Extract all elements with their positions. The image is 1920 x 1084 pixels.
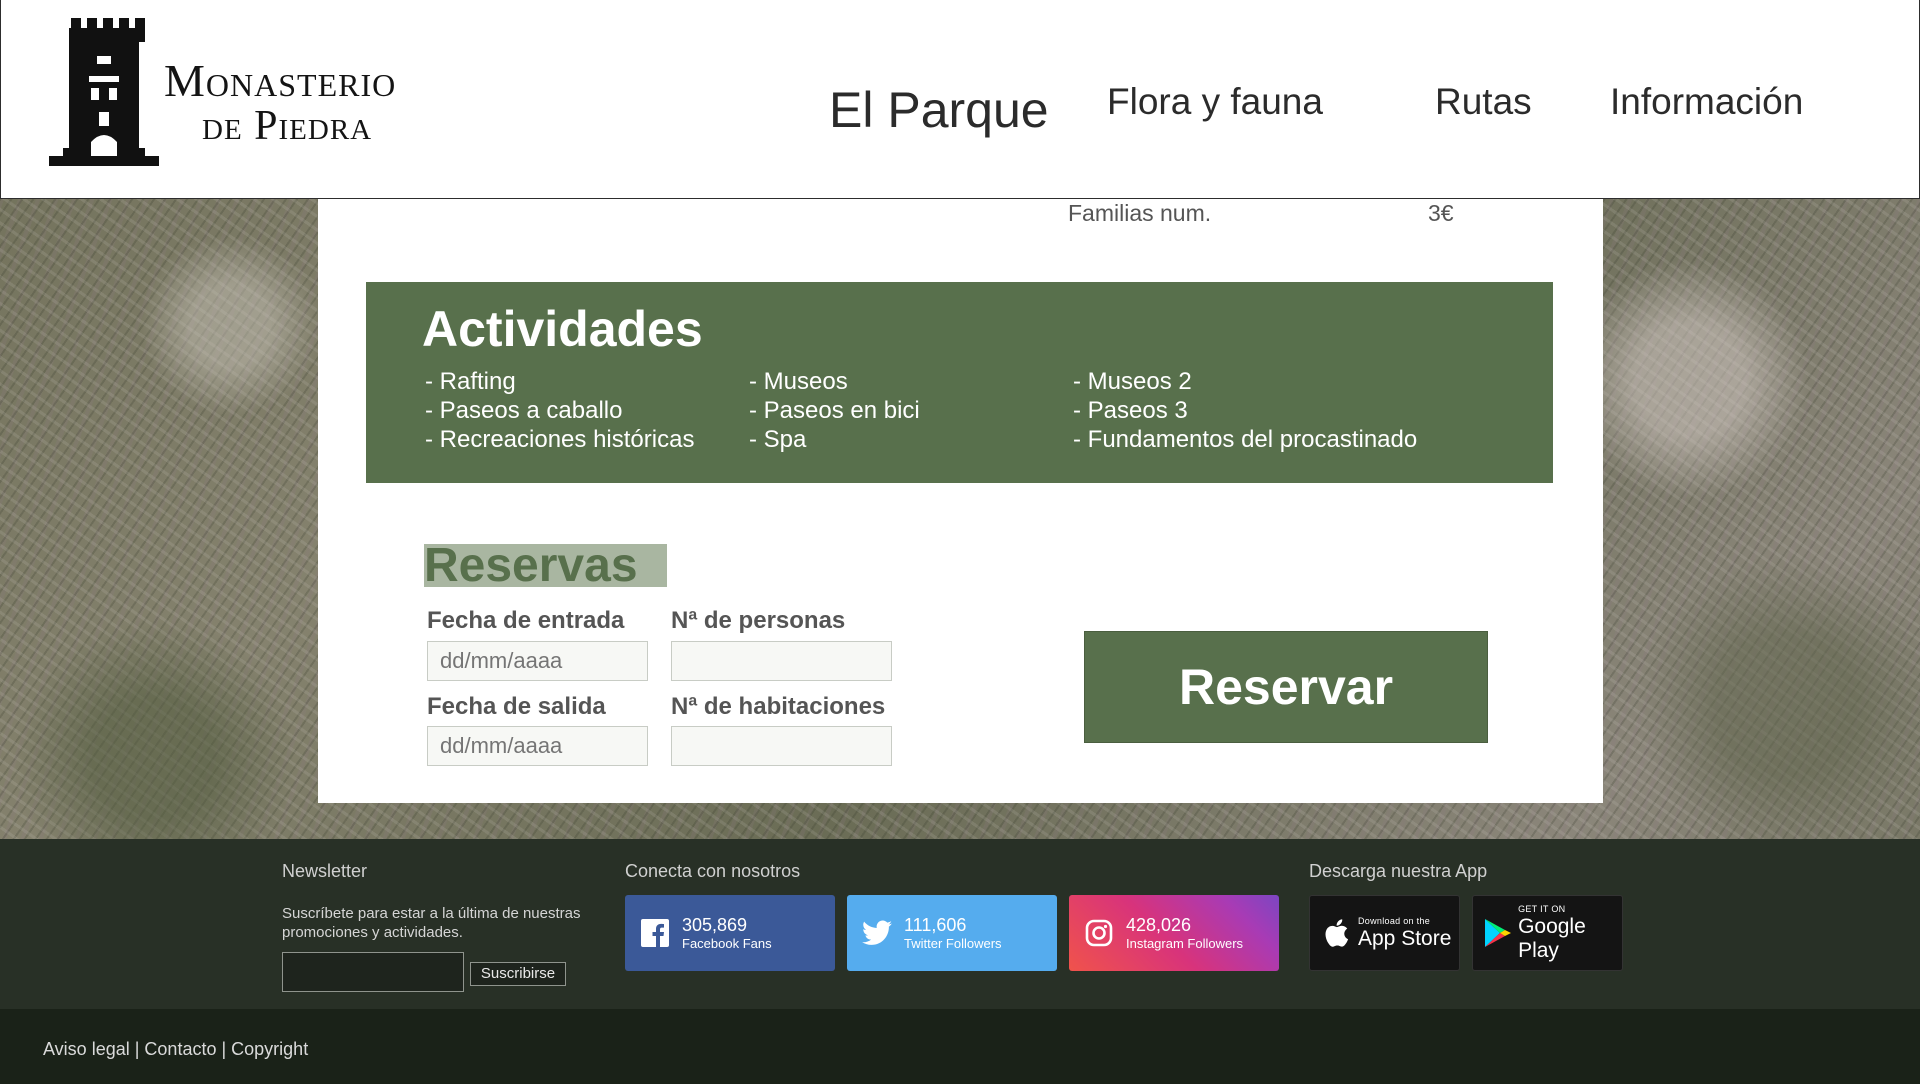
app-store-text: App Store (1358, 926, 1452, 950)
app-store-badge[interactable]: Download on the App Store (1309, 895, 1460, 971)
nav-informacion[interactable]: Información (1610, 2, 1803, 201)
newsletter-heading: Newsletter (282, 861, 368, 881)
price-row: Familias num. 3€ (318, 199, 1603, 229)
facebook-icon (640, 918, 670, 948)
newsletter-text: Suscríbete para estar a la última de nue… (282, 905, 581, 941)
logo-line-2: de Piedra (202, 103, 373, 149)
google-play-text: Google Play (1518, 914, 1586, 962)
twitter-label: Twitter Followers (904, 935, 1002, 951)
activity-item: - Spa (749, 426, 807, 453)
reservas-title: Reservas (424, 542, 667, 590)
activity-item: - Rafting (425, 368, 516, 395)
instagram-count: 428,026 (1126, 914, 1192, 935)
app-heading: Descarga nuestra App (1309, 861, 1488, 881)
app-store-small-text: Download on the (1358, 915, 1431, 926)
aviso-legal-link[interactable]: Aviso legal (43, 1039, 130, 1059)
contacto-link[interactable]: Contacto (144, 1039, 216, 1059)
copyright-link[interactable]: Copyright (231, 1039, 308, 1059)
facebook-button[interactable]: 305,869 Facebook Fans (625, 895, 835, 971)
habitaciones-input[interactable] (671, 726, 892, 766)
content-card: Familias num. 3€ Actividades - Rafting -… (318, 199, 1603, 803)
nav-flora-y-fauna[interactable]: Flora y fauna (1107, 2, 1323, 201)
link-separator: | (129, 1039, 145, 1059)
facebook-label: Facebook Fans (682, 935, 772, 951)
twitter-count: 111,606 (904, 914, 967, 935)
instagram-label: Instagram Followers (1126, 935, 1244, 951)
site-footer: Newsletter Suscríbete para estar a la úl… (0, 839, 1920, 1009)
site-logo[interactable]: Monasterio de Piedra (49, 18, 419, 170)
google-play-badge[interactable]: GET IT ON Google Play (1472, 895, 1623, 971)
activities-panel: Actividades - Rafting - Paseos a caballo… (366, 282, 1553, 483)
activity-item: - Paseos 3 (1073, 397, 1188, 424)
fecha-salida-label: Fecha de salida (427, 693, 606, 720)
legal-links: Aviso legal | Contacto | Copyright (43, 1039, 308, 1060)
logo-line-1: Monasterio (164, 55, 397, 106)
activity-item: - Paseos a caballo (425, 397, 623, 424)
subscribe-button[interactable]: Suscribirse (470, 962, 566, 986)
social-heading: Conecta con nosotros (625, 861, 801, 881)
google-play-icon (1483, 917, 1512, 949)
reservar-button[interactable]: Reservar (1084, 631, 1488, 743)
price-label: Familias num. (1068, 200, 1212, 226)
habitaciones-label: Nª de habitaciones (671, 693, 886, 720)
activity-item: - Fundamentos del procastinado (1073, 426, 1418, 453)
tower-logo-icon (49, 18, 159, 166)
activity-item: - Museos (749, 368, 848, 395)
twitter-icon (862, 918, 892, 948)
activity-item: - Recreaciones históricas (425, 426, 695, 453)
bottom-bar: Aviso legal | Contacto | Copyright (0, 1009, 1920, 1084)
nav-rutas[interactable]: Rutas (1435, 2, 1532, 201)
activities-column-1: - Rafting - Paseos a caballo - Recreacio… (425, 367, 694, 454)
fecha-salida-input[interactable] (427, 726, 648, 766)
site-header: Monasterio de Piedra El Parque Flora y f… (0, 0, 1920, 199)
instagram-button[interactable]: 428,026 Instagram Followers (1069, 895, 1279, 971)
apple-icon (1320, 917, 1352, 949)
logo-wordmark: Monasterio de Piedra (164, 55, 397, 149)
facebook-count: 305,869 (682, 914, 748, 935)
activities-column-2: - Museos - Paseos en bici - Spa (749, 367, 920, 454)
price-value: 3€ (1428, 200, 1454, 226)
nav-el-parque[interactable]: El Parque (829, 10, 1049, 209)
google-play-small-text: GET IT ON (1518, 903, 1566, 914)
personas-label: Nª de personas (671, 607, 846, 634)
activities-title: Actividades (422, 301, 703, 357)
twitter-button[interactable]: 111,606 Twitter Followers (847, 895, 1057, 971)
link-separator: | (216, 1039, 232, 1059)
activity-item: - Museos 2 (1073, 368, 1192, 395)
personas-input[interactable] (671, 641, 892, 681)
instagram-icon (1084, 918, 1114, 948)
fecha-entrada-label: Fecha de entrada (427, 607, 625, 634)
newsletter-email-input[interactable] (282, 952, 464, 992)
activity-item: - Paseos en bici (749, 397, 920, 424)
activities-column-3: - Museos 2 - Paseos 3 - Fundamentos del … (1073, 367, 1417, 454)
fecha-entrada-input[interactable] (427, 641, 648, 681)
